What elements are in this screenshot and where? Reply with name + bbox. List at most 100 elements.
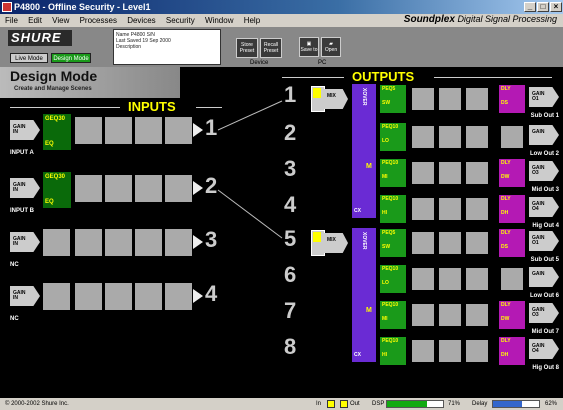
outputs-header: OUTPUTS	[352, 69, 415, 84]
output-number: 5	[284, 226, 297, 251]
route-line-in1-out1	[217, 100, 283, 131]
output-empty-slot[interactable]	[439, 126, 461, 148]
gain-sub-label: O3	[532, 170, 539, 176]
output-empty-slot[interactable]	[412, 198, 434, 220]
output-empty-slot[interactable]	[466, 340, 488, 362]
output-empty-slot[interactable]	[412, 162, 434, 184]
output-empty-slot[interactable]	[439, 304, 461, 326]
peq-sub-label: MI	[382, 316, 388, 322]
dly-label: DLY	[501, 302, 511, 308]
peq-sub-label: SW	[382, 100, 391, 106]
dly-label: DLY	[501, 196, 511, 202]
output-empty-slot[interactable]	[412, 232, 434, 254]
gain-label: GAIN	[532, 129, 545, 135]
output-number: 4	[284, 192, 297, 217]
output-empty-slot[interactable]	[412, 304, 434, 326]
output-empty-slot[interactable]	[439, 198, 461, 220]
peq-sub-label: LO	[382, 138, 389, 144]
dly-sub-label: DS	[501, 244, 508, 250]
peq-label: PEQ10	[382, 160, 399, 166]
output-peq-module[interactable]: PEQ5 SW	[380, 85, 406, 113]
output-name: Low Out 6	[530, 293, 559, 299]
gain-sub-label: O4	[532, 348, 539, 354]
peq-label: PEQ5	[382, 230, 396, 236]
xover-label: XOVER	[361, 88, 367, 106]
output-name: Mid Out 7	[531, 329, 559, 335]
dsp-meter	[386, 400, 444, 408]
output-empty-slot[interactable]	[466, 162, 488, 184]
gain-label: GAIN	[532, 271, 545, 277]
xover-label: XOVER	[361, 232, 367, 250]
output-empty-slot[interactable]	[439, 88, 461, 110]
output-delay-module[interactable]: DLY DH	[499, 337, 525, 365]
output-name: Low Out 2	[530, 151, 559, 157]
output-number: 8	[284, 334, 297, 359]
output-empty-slot[interactable]	[466, 198, 488, 220]
output-empty-slot[interactable]	[466, 268, 488, 290]
output-number: 3	[284, 156, 297, 181]
peq-sub-label: LO	[382, 280, 389, 286]
output-number: 7	[284, 298, 297, 323]
dly-label: DLY	[501, 86, 511, 92]
status-bar: © 2000-2002 Shure Inc. In Out DSP 71% De…	[0, 398, 563, 410]
out-indicator	[340, 400, 348, 408]
xover-cx-label: CX	[354, 352, 361, 358]
output-peq-module[interactable]: PEQ5 SW	[380, 229, 406, 257]
output-delay-module[interactable]: DLY DW	[499, 159, 525, 187]
output-empty-slot[interactable]	[439, 268, 461, 290]
output-empty-slot[interactable]	[412, 268, 434, 290]
output-delay-module[interactable]: DLY DS	[499, 85, 525, 113]
mixer-label: MIX	[327, 93, 336, 99]
peq-sub-label: HI	[382, 352, 387, 358]
dsp-percent: 71%	[448, 401, 461, 407]
output-name: Sub Out 5	[530, 257, 559, 263]
delay-label: Delay	[472, 401, 488, 407]
output-empty-slot[interactable]	[439, 232, 461, 254]
in-indicator	[327, 400, 335, 408]
gain-sub-label: O1	[532, 240, 539, 246]
output-peq-module[interactable]: PEQ10 HI	[380, 195, 406, 223]
output-empty-slot[interactable]	[439, 162, 461, 184]
output-delay-module[interactable]: DLY DH	[499, 195, 525, 223]
output-peq-module[interactable]: PEQ10 MI	[380, 159, 406, 187]
xover-module[interactable]: XOVER M CX	[352, 228, 376, 362]
output-empty-slot[interactable]	[412, 88, 434, 110]
peq-sub-label: SW	[382, 244, 391, 250]
output-empty-slot[interactable]	[412, 340, 434, 362]
output-peq-module[interactable]: PEQ10 MI	[380, 301, 406, 329]
dsp-meter-fill	[387, 401, 427, 407]
peq-sub-label: HI	[382, 210, 387, 216]
dly-label: DLY	[501, 160, 511, 166]
delay-meter-fill	[493, 401, 522, 407]
dsp-label: DSP	[372, 401, 385, 407]
output-name: Mid Out 3	[531, 187, 559, 193]
output-name: Hig Out 8	[532, 365, 559, 371]
xover-m-label: M	[366, 307, 372, 314]
output-empty-slot[interactable]	[501, 268, 523, 290]
dly-sub-label: DH	[501, 352, 509, 358]
peq-sub-label: MI	[382, 174, 388, 180]
delay-percent: 62%	[545, 401, 558, 407]
output-empty-slot[interactable]	[501, 126, 523, 148]
peq-label: PEQ10	[382, 266, 399, 272]
output-empty-slot[interactable]	[439, 340, 461, 362]
xover-cx-label: CX	[354, 208, 361, 214]
gain-sub-label: O1	[532, 96, 539, 102]
outputs-rule-left	[282, 77, 344, 78]
output-empty-slot[interactable]	[466, 88, 488, 110]
output-delay-module[interactable]: DLY DS	[499, 229, 525, 257]
output-delay-module[interactable]: DLY DW	[499, 301, 525, 329]
xover-module[interactable]: XOVER M CX	[352, 84, 376, 218]
output-peq-module[interactable]: PEQ10 LO	[380, 265, 406, 293]
output-number: 2	[284, 120, 297, 145]
output-empty-slot[interactable]	[466, 126, 488, 148]
output-empty-slot[interactable]	[466, 232, 488, 254]
in-label: In	[316, 401, 322, 407]
output-peq-module[interactable]: PEQ10 HI	[380, 337, 406, 365]
peq-label: PEQ10	[382, 302, 399, 308]
dly-sub-label: DH	[501, 210, 509, 216]
output-empty-slot[interactable]	[412, 126, 434, 148]
gain-sub-label: O3	[532, 312, 539, 318]
output-peq-module[interactable]: PEQ10 LO	[380, 123, 406, 151]
output-empty-slot[interactable]	[466, 304, 488, 326]
